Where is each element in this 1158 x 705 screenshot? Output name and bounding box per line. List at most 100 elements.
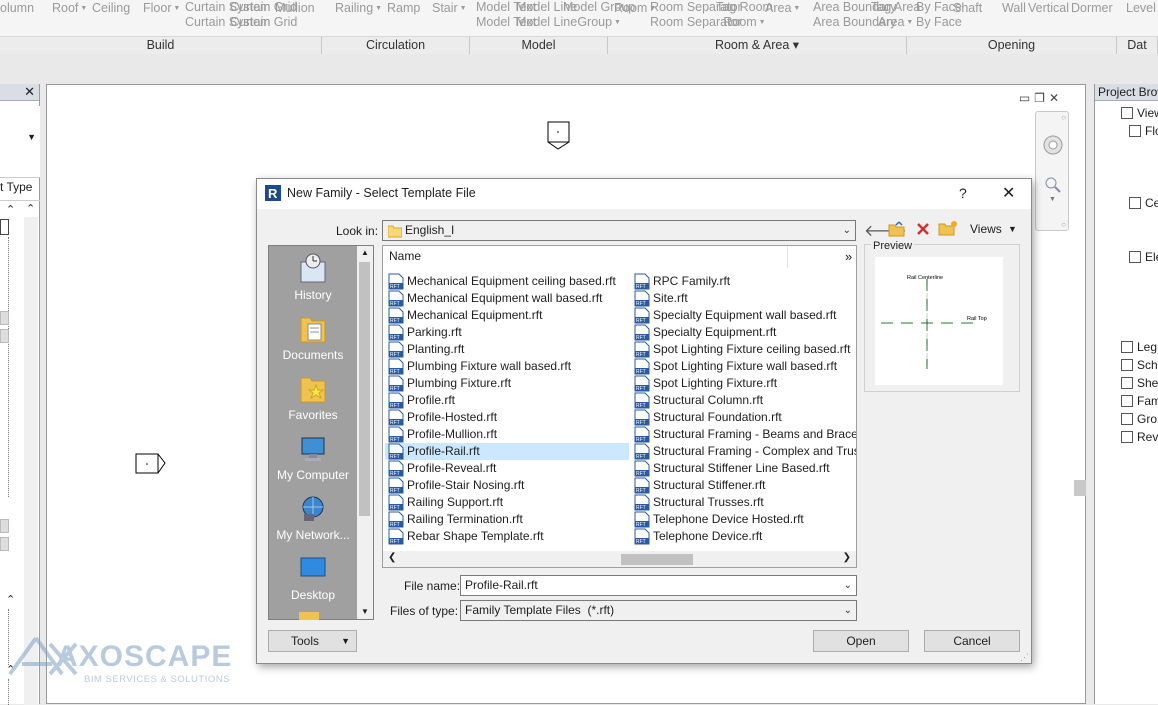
browser-node[interactable]: Leg bbox=[1137, 340, 1157, 354]
ribbon-button[interactable]: Vertical bbox=[1028, 0, 1069, 36]
ribbon-panel-label[interactable]: Room & Area ▾ bbox=[608, 36, 907, 54]
properties-scroll[interactable]: ⌃ ⌃ ⌃ ⌃ bbox=[0, 200, 40, 705]
ribbon-button[interactable]: Area ▼ bbox=[765, 0, 800, 36]
file-item[interactable]: RFT Mechanical Equipment ceiling based.rf… bbox=[385, 273, 629, 290]
scroll-left-icon[interactable]: ❮ bbox=[388, 552, 396, 563]
file-item[interactable]: RFT RPC Family.rft bbox=[631, 273, 856, 290]
scrollbar-thumb[interactable] bbox=[1074, 480, 1086, 496]
file-item[interactable]: RFT Railing Support.rft bbox=[385, 494, 629, 511]
ribbon-button[interactable]: Tag Area Area ▼ bbox=[871, 0, 920, 36]
place-desktop[interactable]: Desktop bbox=[269, 552, 357, 602]
steering-wheel-icon[interactable] bbox=[1042, 134, 1064, 156]
browser-node[interactable]: She bbox=[1137, 376, 1158, 390]
file-item[interactable]: RFT Profile-Hosted.rft bbox=[385, 409, 629, 426]
file-item[interactable]: RFT Structural Stiffener.rft bbox=[631, 477, 856, 494]
scroll-right-icon[interactable]: ❯ bbox=[843, 552, 851, 563]
cancel-button[interactable]: Cancel bbox=[924, 630, 1020, 652]
collapse-icon[interactable]: ⌃ bbox=[6, 593, 15, 606]
file-item[interactable]: RFT Profile-Reveal.rft bbox=[385, 460, 629, 477]
file-item[interactable]: RFT Telephone Device Hosted.rft bbox=[631, 511, 856, 528]
scroll-up-icon[interactable]: ▲ bbox=[361, 248, 369, 257]
file-item[interactable]: RFT Spot Lighting Fixture ceiling based.r… bbox=[631, 341, 856, 358]
file-item[interactable]: RFT Structural Column.rft bbox=[631, 392, 856, 409]
close-icon[interactable]: ○ bbox=[1061, 113, 1066, 122]
chevron-down-icon[interactable]: ▼ bbox=[1008, 224, 1017, 234]
ribbon-button[interactable]: Ceiling bbox=[92, 0, 130, 36]
file-item[interactable]: RFT Site.rft bbox=[631, 290, 856, 307]
browser-node[interactable]: Gro bbox=[1137, 412, 1157, 426]
look-in-dropdown[interactable]: English_I ⌄ bbox=[382, 220, 856, 241]
file-item[interactable]: RFT Structural Framing - Complex and Trus… bbox=[631, 443, 856, 460]
file-item[interactable]: RFT Specialty Equipment.rft bbox=[631, 324, 856, 341]
file-list[interactable]: Name » RFT Mechanical Equipment ceiling b… bbox=[382, 245, 857, 568]
scrollbar-thumb[interactable] bbox=[359, 262, 370, 516]
file-item[interactable]: RFT Structural Stiffener Line Based.rft bbox=[631, 460, 856, 477]
properties-field[interactable] bbox=[0, 311, 9, 325]
chevron-down-icon[interactable]: ⌄ bbox=[844, 576, 852, 595]
properties-field[interactable] bbox=[0, 329, 9, 343]
file-item[interactable]: RFT Profile-Mullion.rft bbox=[385, 426, 629, 443]
ribbon-button[interactable]: Railing ▼ bbox=[335, 0, 382, 36]
ribbon-button[interactable]: Shaft bbox=[953, 0, 982, 36]
views-menu[interactable]: Views bbox=[970, 222, 1002, 236]
scrollbar-thumb[interactable] bbox=[621, 554, 693, 565]
file-item[interactable]: RFT Profile-Rail.rft bbox=[385, 443, 629, 460]
ribbon-button[interactable]: Dormer bbox=[1071, 0, 1113, 36]
file-item[interactable]: RFT Structural Trusses.rft bbox=[631, 494, 856, 511]
file-item[interactable]: RFT Planting.rft bbox=[385, 341, 629, 358]
file-item[interactable]: RFT Plumbing Fixture.rft bbox=[385, 375, 629, 392]
properties-field[interactable] bbox=[0, 537, 9, 551]
ribbon-button[interactable]: Roof ▼ bbox=[52, 0, 87, 36]
ribbon-button[interactable]: Level bbox=[1126, 0, 1156, 36]
restore-icon[interactable]: ❐ bbox=[1034, 91, 1049, 105]
minimize-icon[interactable]: ▭ bbox=[1019, 91, 1034, 105]
close-icon[interactable]: ✕ bbox=[1049, 91, 1063, 105]
file-item[interactable]: RFT Telephone Device.rft bbox=[631, 528, 856, 545]
browser-node[interactable]: Flo bbox=[1145, 124, 1158, 138]
new-folder-icon[interactable] bbox=[938, 220, 958, 236]
close-button[interactable]: ✕ bbox=[1002, 183, 1015, 203]
ribbon-button[interactable]: Stair ▼ bbox=[432, 0, 467, 36]
up-folder-icon[interactable] bbox=[888, 221, 906, 237]
browser-node[interactable]: Sch bbox=[1137, 358, 1158, 372]
more-columns-icon[interactable]: » bbox=[845, 249, 852, 264]
collapse-icon[interactable]: ⌃ bbox=[6, 203, 15, 216]
place-history[interactable]: History bbox=[269, 252, 357, 302]
file-item[interactable]: RFT Spot Lighting Fixture wall based.rft bbox=[631, 358, 856, 375]
file-item[interactable]: RFT Plumbing Fixture wall based.rft bbox=[385, 358, 629, 375]
file-item[interactable]: RFT Profile.rft bbox=[385, 392, 629, 409]
ribbon-button[interactable]: Mullion bbox=[275, 0, 315, 36]
browser-node[interactable]: View bbox=[1137, 106, 1158, 120]
file-item[interactable]: RFT Rebar Shape Template.rft bbox=[385, 528, 629, 545]
options-icon[interactable]: ○ bbox=[1061, 220, 1066, 229]
browser-node[interactable]: Rev bbox=[1137, 430, 1158, 444]
scroll-up-icon[interactable]: ⌃ bbox=[26, 202, 35, 215]
tools-button[interactable]: Tools ▼ bbox=[268, 630, 357, 652]
chevron-down-icon[interactable]: ▼ bbox=[1049, 196, 1056, 203]
browser-node[interactable]: Fam bbox=[1137, 394, 1158, 408]
files-of-type-dropdown[interactable]: Family Template Files (*.rft) ⌄ bbox=[460, 600, 857, 621]
file-item[interactable]: RFT Structural Foundation.rft bbox=[631, 409, 856, 426]
ribbon-button[interactable]: Wall bbox=[1002, 0, 1026, 36]
file-item[interactable]: RFT Profile-Stair Nosing.rft bbox=[385, 477, 629, 494]
browser-node[interactable]: Ele bbox=[1145, 250, 1158, 264]
file-item[interactable]: RFT Structural Framing - Beams and Braces… bbox=[631, 426, 856, 443]
close-icon[interactable]: ✕ bbox=[24, 84, 35, 100]
zoom-icon[interactable] bbox=[1044, 176, 1062, 194]
place-my-computer[interactable]: My Computer bbox=[269, 432, 357, 482]
elevation-marker-icon[interactable] bbox=[547, 121, 571, 151]
file-item[interactable]: RFT Specialty Equipment wall based.rft bbox=[631, 307, 856, 324]
edit-type-label[interactable]: t Type bbox=[0, 180, 32, 194]
properties-field[interactable] bbox=[0, 519, 9, 533]
file-item[interactable]: RFT Spot Lighting Fixture.rft bbox=[631, 375, 856, 392]
place-documents[interactable]: Documents bbox=[269, 312, 357, 362]
resize-grip-icon[interactable]: ⋰ bbox=[1020, 652, 1029, 663]
place-my-network[interactable]: My Network... bbox=[269, 492, 357, 542]
ribbon-button[interactable]: Floor ▼ bbox=[143, 0, 180, 36]
elevation-marker-icon[interactable] bbox=[135, 453, 167, 475]
place-favorites[interactable]: Favorites bbox=[269, 372, 357, 422]
horizontal-scrollbar[interactable]: ❮ ❯ bbox=[383, 551, 856, 567]
browser-node[interactable]: Cei bbox=[1145, 196, 1158, 210]
file-item[interactable]: RFT Parking.rft bbox=[385, 324, 629, 341]
help-button[interactable]: ? bbox=[959, 185, 967, 201]
